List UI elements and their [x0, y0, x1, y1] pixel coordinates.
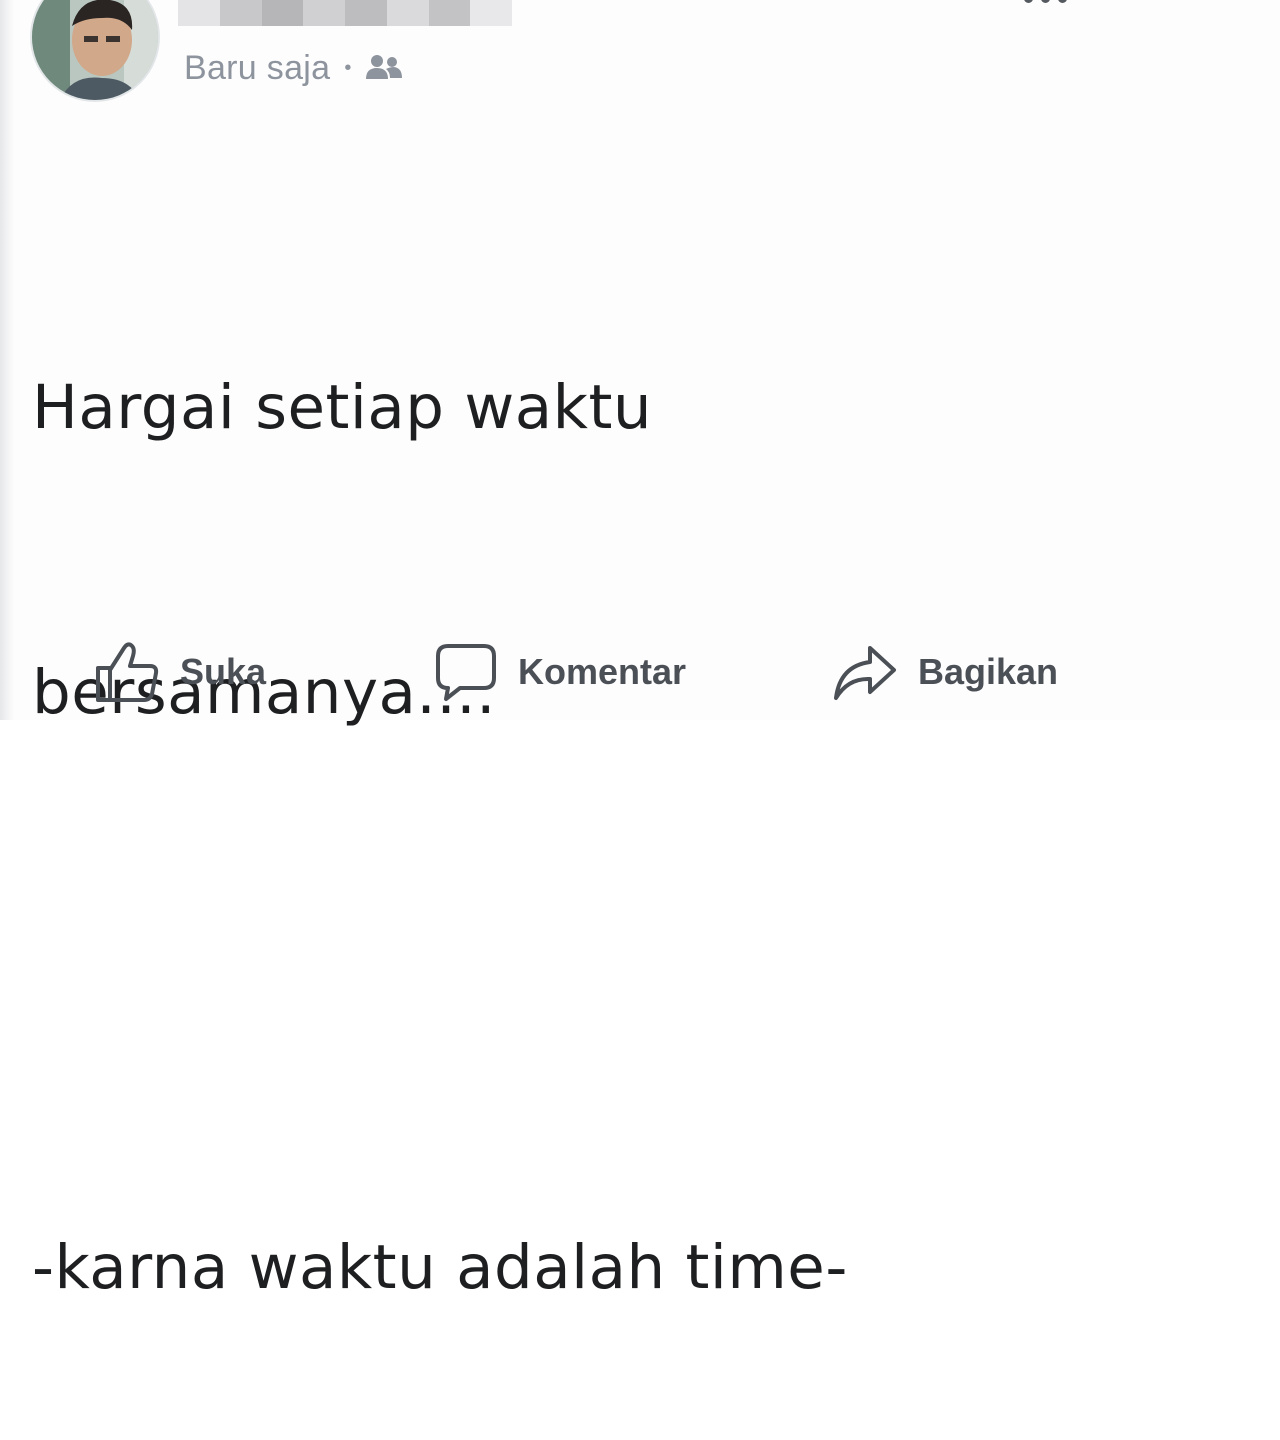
share-label: Bagikan: [918, 651, 1059, 692]
action-bar: Suka Komentar Bagikan: [0, 632, 1280, 712]
profile-photo-image: [32, 0, 158, 100]
meta-separator: •: [344, 57, 352, 79]
facebook-post: Baru saja • Hargai setiap waktu bersaman…: [0, 0, 1280, 1303]
like-label: Suka: [180, 651, 267, 692]
more-dots-icon[interactable]: [1024, 0, 1084, 10]
timestamp[interactable]: Baru saja: [184, 49, 330, 88]
post-text-line: -karna waktu adalah time-: [32, 1232, 848, 1303]
share-button[interactable]: Bagikan: [832, 632, 1058, 712]
post-text-line: Hargai setiap waktu: [32, 372, 653, 443]
speech-bubble-icon: [434, 642, 498, 702]
share-arrow-icon: [832, 642, 898, 702]
like-button[interactable]: Suka: [94, 632, 266, 712]
comment-label: Komentar: [518, 651, 687, 692]
thumbs-up-icon: [94, 640, 160, 704]
author-name-redacted[interactable]: [178, 0, 512, 26]
author-avatar[interactable]: [30, 0, 160, 102]
friends-icon[interactable]: [364, 53, 404, 83]
post-text: Hargai setiap waktu bersamanya.... -karn…: [32, 170, 848, 1440]
post-text-blank-line: [32, 930, 848, 1030]
comment-button[interactable]: Komentar: [434, 632, 686, 712]
post-meta: Baru saja •: [184, 46, 404, 90]
edge-shadow: [0, 0, 14, 720]
